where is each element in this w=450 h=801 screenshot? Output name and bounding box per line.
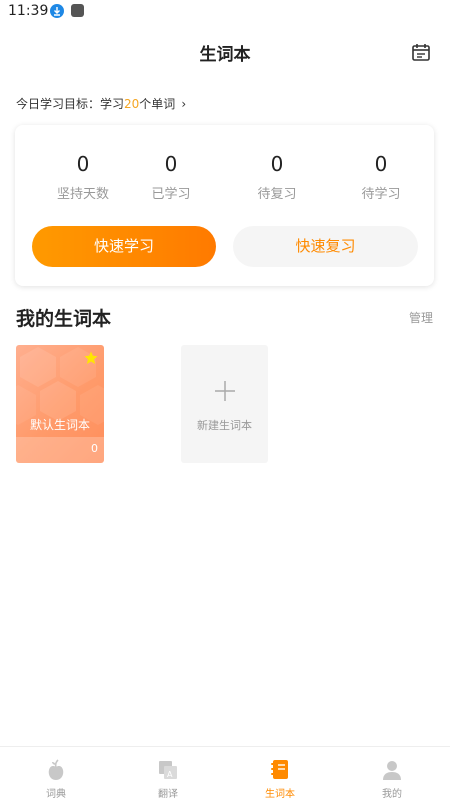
bottom-nav: 词典 A 翻译 生词本 我的 (0, 746, 450, 801)
nav-profile[interactable]: 我的 (336, 747, 448, 801)
star-icon (84, 351, 98, 364)
stat-label: 待复习 (257, 187, 297, 202)
nav-label: 我的 (382, 789, 402, 800)
new-notebook-label: 新建生词本 (197, 419, 252, 432)
calendar-icon[interactable] (411, 42, 431, 62)
notebook-icon (271, 760, 288, 779)
translate-icon: A (159, 761, 177, 779)
dictionary-icon (48, 759, 64, 780)
page-title: 生词本 (199, 45, 251, 65)
stat-to-review: 0 待复习 (227, 153, 327, 202)
daily-goal-link[interactable]: 今日学习目标：学习20个单词 › (16, 95, 186, 112)
nav-label: 翻译 (158, 789, 178, 800)
goal-prefix: 今日学习目标：学习 (16, 97, 125, 111)
new-notebook-button[interactable]: 新建生词本 (181, 345, 268, 463)
stat-learned: 0 已学习 (121, 153, 221, 202)
nav-translate[interactable]: A 翻译 (112, 747, 224, 801)
profile-icon (383, 761, 401, 780)
stat-value: 0 (76, 152, 90, 176)
status-time: 11:39 (8, 3, 49, 19)
nav-notebook[interactable]: 生词本 (224, 747, 336, 801)
nav-label: 词典 (46, 789, 66, 800)
status-bar: 11:39 (0, 0, 450, 24)
section-title: 我的生词本 (16, 308, 112, 330)
stats-card: 0 坚持天数 0 已学习 0 待复习 0 待学习 快速学习 快速复习 (15, 125, 434, 286)
notebook-card-default[interactable]: 默认生词本 0 (16, 345, 104, 463)
nav-label: 生词本 (265, 789, 295, 800)
stat-label: 坚持天数 (56, 187, 109, 202)
quick-learn-button[interactable]: 快速学习 (32, 226, 216, 267)
plus-icon (215, 381, 235, 401)
notebook-word-count: 0 (91, 442, 98, 455)
stat-label: 待学习 (361, 187, 401, 202)
stat-value: 0 (164, 152, 178, 176)
stat-to-learn: 0 待学习 (331, 153, 431, 202)
quick-review-button[interactable]: 快速复习 (233, 226, 418, 267)
goal-suffix: 个单词 (139, 97, 176, 111)
stat-value: 0 (270, 152, 284, 176)
svg-text:A: A (167, 770, 173, 779)
nav-dictionary[interactable]: 词典 (0, 747, 112, 801)
notebook-name: 默认生词本 (29, 418, 90, 432)
download-status-icon (50, 4, 64, 18)
stat-streak-days: 0 坚持天数 (33, 153, 133, 202)
chevron-right-icon: › (181, 97, 187, 111)
notification-status-icon (71, 4, 84, 17)
manage-button[interactable]: 管理 (409, 309, 433, 326)
stat-value: 0 (374, 152, 388, 176)
goal-count: 20 (124, 97, 140, 111)
stat-label: 已学习 (151, 187, 191, 202)
